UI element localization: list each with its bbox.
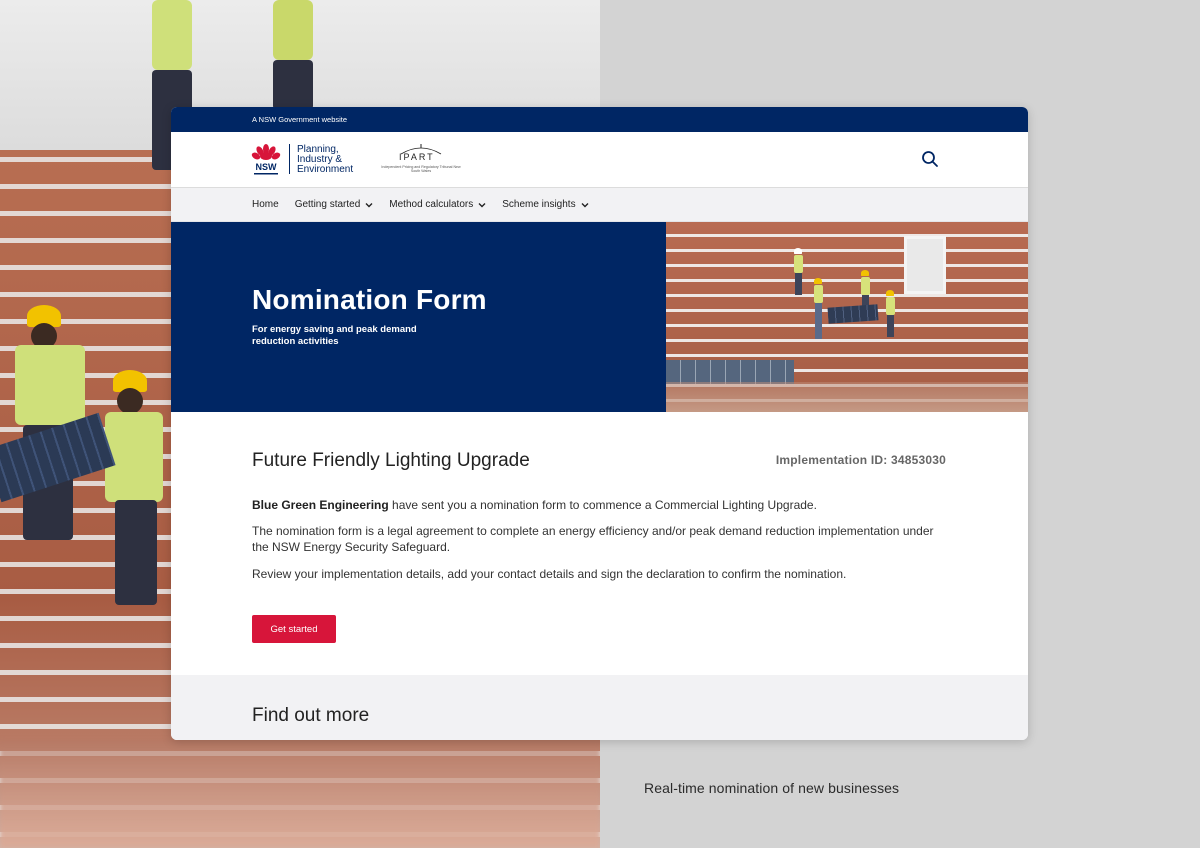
hero-image-blur bbox=[666, 382, 1028, 412]
find-out-more-title: Find out more bbox=[252, 705, 370, 726]
legal-paragraph: The nomination form is a legal agreement… bbox=[252, 524, 934, 554]
background-worker bbox=[265, 0, 335, 110]
nav-item-label: Getting started bbox=[294, 199, 361, 210]
nav-item-home[interactable]: Home bbox=[252, 199, 279, 210]
find-out-more-section: Find out more bbox=[171, 675, 1028, 740]
page-title: Nomination Form bbox=[252, 284, 487, 315]
get-started-button[interactable]: Get started bbox=[252, 615, 336, 643]
background-blur bbox=[0, 740, 600, 848]
intro-paragraph: Blue Green Engineering have sent you a n… bbox=[252, 497, 942, 513]
ipart-logo-title: IPART bbox=[399, 152, 435, 162]
site-header: NSW Planning, Industry & Environment IPA… bbox=[171, 132, 1028, 188]
website-card: A NSW Government website NSW Planning, I… bbox=[171, 107, 1028, 740]
hero-image bbox=[666, 222, 1028, 412]
nav-item-label: Home bbox=[252, 199, 279, 210]
project-title: Future Friendly Lighting Upgrade bbox=[252, 450, 530, 471]
gov-masthead: A NSW Government website bbox=[171, 107, 1028, 132]
main-navigation: Home Getting started Method calculators … bbox=[171, 188, 1028, 222]
caption-text: Real-time nomination of new businesses bbox=[644, 780, 900, 796]
company-name: Blue Green Engineering bbox=[252, 498, 389, 512]
hero-image-solar-panels bbox=[666, 360, 794, 384]
hero-text-panel: Nomination Form For energy saving and pe… bbox=[171, 222, 666, 412]
logo-divider bbox=[289, 144, 290, 174]
intro-text: have sent you a nomination form to comme… bbox=[388, 498, 817, 512]
main-content: Future Friendly Lighting Upgrade Impleme… bbox=[171, 412, 1028, 677]
department-logo-text: Planning, Industry & Environment bbox=[297, 145, 353, 175]
nav-item-label: Scheme insights bbox=[502, 199, 576, 210]
nav-item-getting-started[interactable]: Getting started bbox=[295, 199, 374, 210]
search-icon[interactable] bbox=[920, 149, 940, 169]
nav-item-label: Method calculators bbox=[389, 199, 474, 210]
hero-image-solar-panel bbox=[827, 304, 879, 324]
page-subtitle: For energy saving and peak demand reduct… bbox=[252, 324, 417, 347]
chevron-down-icon bbox=[478, 202, 486, 207]
nav-item-method-calculators[interactable]: Method calculators bbox=[389, 199, 486, 210]
implementation-id: Implementation ID: 34853030 bbox=[775, 453, 946, 467]
chevron-down-icon bbox=[365, 202, 373, 207]
dept-line-3: Environment bbox=[297, 164, 354, 175]
nsw-logo-text: NSW bbox=[256, 162, 278, 172]
background-worker bbox=[95, 370, 175, 610]
gov-masthead-text: A NSW Government website bbox=[252, 115, 348, 124]
waratah-logo[interactable]: NSW bbox=[251, 143, 281, 177]
ipart-logo-subtitle: Independent Pricing and Regulatory Tribu… bbox=[381, 165, 461, 173]
nav-item-scheme-insights[interactable]: Scheme insights bbox=[502, 199, 589, 210]
chevron-down-icon bbox=[581, 202, 589, 207]
instructions-paragraph: Review your implementation details, add … bbox=[252, 567, 847, 581]
hero-image-window bbox=[904, 236, 946, 294]
hero-banner: Nomination Form For energy saving and pe… bbox=[171, 222, 1028, 412]
